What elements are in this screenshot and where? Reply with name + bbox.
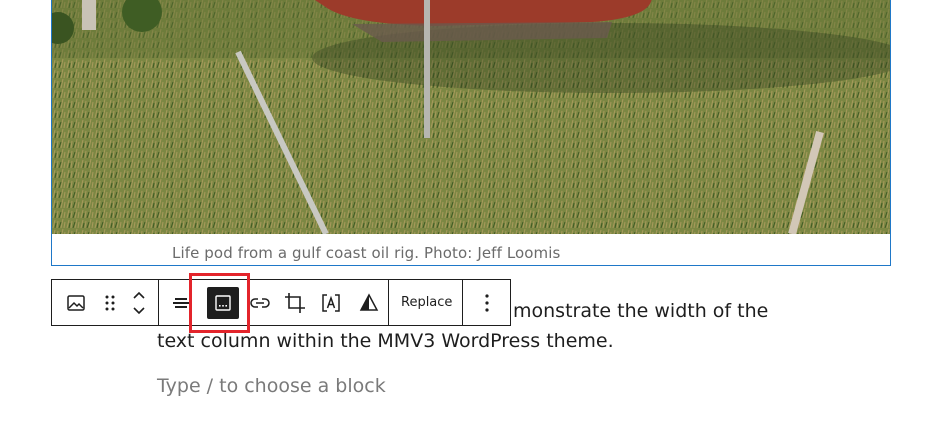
text-overlay-icon [321,293,341,313]
move-buttons[interactable] [120,280,158,325]
drag-handle[interactable] [100,280,120,325]
link-button[interactable] [243,280,277,325]
caption-icon [214,294,232,312]
replace-button[interactable]: Replace [389,280,464,325]
image-caption[interactable]: Life pod from a gulf coast oil rig. Phot… [172,244,560,262]
block-toolbar: Replace [51,279,511,326]
toolbar-group-block [52,280,159,325]
photo-graphic [52,0,890,234]
paragraph-line-2: text column within the MMV3 WordPress th… [157,330,614,352]
more-vertical-icon [484,293,490,313]
drag-handle-icon [104,294,116,312]
image-block[interactable]: Life pod from a gulf coast oil rig. Phot… [51,0,891,266]
crop-icon [284,292,306,314]
caption-button[interactable] [203,280,243,325]
toolbar-group-tools [159,280,389,325]
duotone-icon [359,292,379,313]
image-icon [66,293,86,313]
caption-button-active-bg [207,286,239,319]
block-placeholder[interactable]: Type / to choose a block [157,375,386,397]
text-overlay-button[interactable] [313,280,349,325]
chevron-up-down-icon [131,290,147,316]
toolbar-group-replace: Replace [389,280,463,325]
block-type-button[interactable] [52,280,100,325]
more-options-button[interactable] [463,280,511,325]
link-icon [249,293,271,313]
photo[interactable] [52,0,890,234]
align-button[interactable] [159,280,203,325]
toolbar-group-more [463,280,511,325]
duotone-button[interactable] [349,280,388,325]
crop-button[interactable] [277,280,313,325]
align-icon [171,293,191,313]
